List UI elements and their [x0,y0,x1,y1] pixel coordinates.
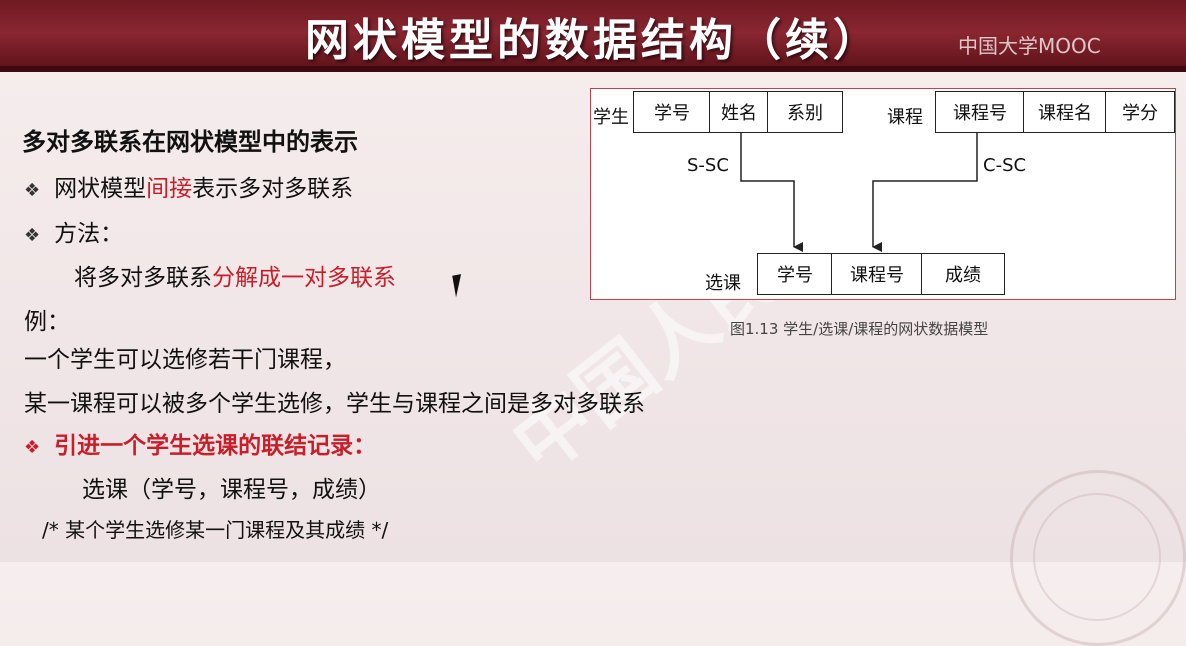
section-heading: 多对多联系在网状模型中的表示 [22,128,358,156]
method-text-red: 分解成一对多联系 [212,265,396,291]
diamond-bullet-icon: ❖ [24,225,41,246]
university-seal [1010,470,1186,646]
title-stripe [0,66,1186,72]
bullet3-text: 引进一个学生选课的联结记录： [54,433,377,459]
sc-record-label: 选课 [705,273,741,294]
method-text-pre: 将多对多联系 [74,265,212,291]
figure-caption: 图1.13 学生/选课/课程的网状数据模型 [730,320,989,338]
bullet-indirect: ❖ 网状模型间接表示多对多联系 [24,169,353,203]
diamond-bullet-icon: ❖ [24,437,41,458]
diamond-bullet-icon: ❖ [24,180,41,201]
sc-field: 成绩 [921,253,1005,295]
method-detail: 将多对多联系分解成一对多联系 [74,258,396,292]
set-label-s-sc: S-SC [687,155,729,176]
mooc-logo: 中国大学MOOC [958,34,1101,58]
example-line-1: 一个学生可以选修若干门课程， [24,347,346,373]
bullet2-text: 方法： [54,221,124,247]
bullet-method: ❖ 方法： [24,214,123,248]
record-comment: /* 某个学生选修某一门课程及其成绩 */ [42,518,389,542]
example-label: 例： [24,309,70,335]
mouse-cursor-icon [452,272,474,298]
set-label-c-sc: C-SC [983,155,1027,176]
bullet1-text-post: 表示多对多联系 [192,176,354,202]
title-bar: 网状模型的数据结构（续） 中国大学MOOC [0,0,1186,72]
bullet-link-record: ❖ 引进一个学生选课的联结记录： [24,426,376,460]
example-line-2: 某一课程可以被多个学生选修，学生与课程之间是多对多联系 [24,391,645,417]
c-sc-arrow [872,133,978,252]
sc-field: 学号 [757,253,833,295]
record-definition: 选课（学号，课程号，成绩） [82,477,381,503]
sc-field: 课程号 [831,253,923,295]
bullet1-text-pre: 网状模型 [54,176,147,202]
network-model-diagram: 学生 学号 姓名 系别 课程 课程号 课程名 学分 S-SC C-SC 选课 学… [590,88,1176,300]
bullet1-text-red: 间接 [146,176,193,202]
s-sc-arrow [740,133,803,252]
